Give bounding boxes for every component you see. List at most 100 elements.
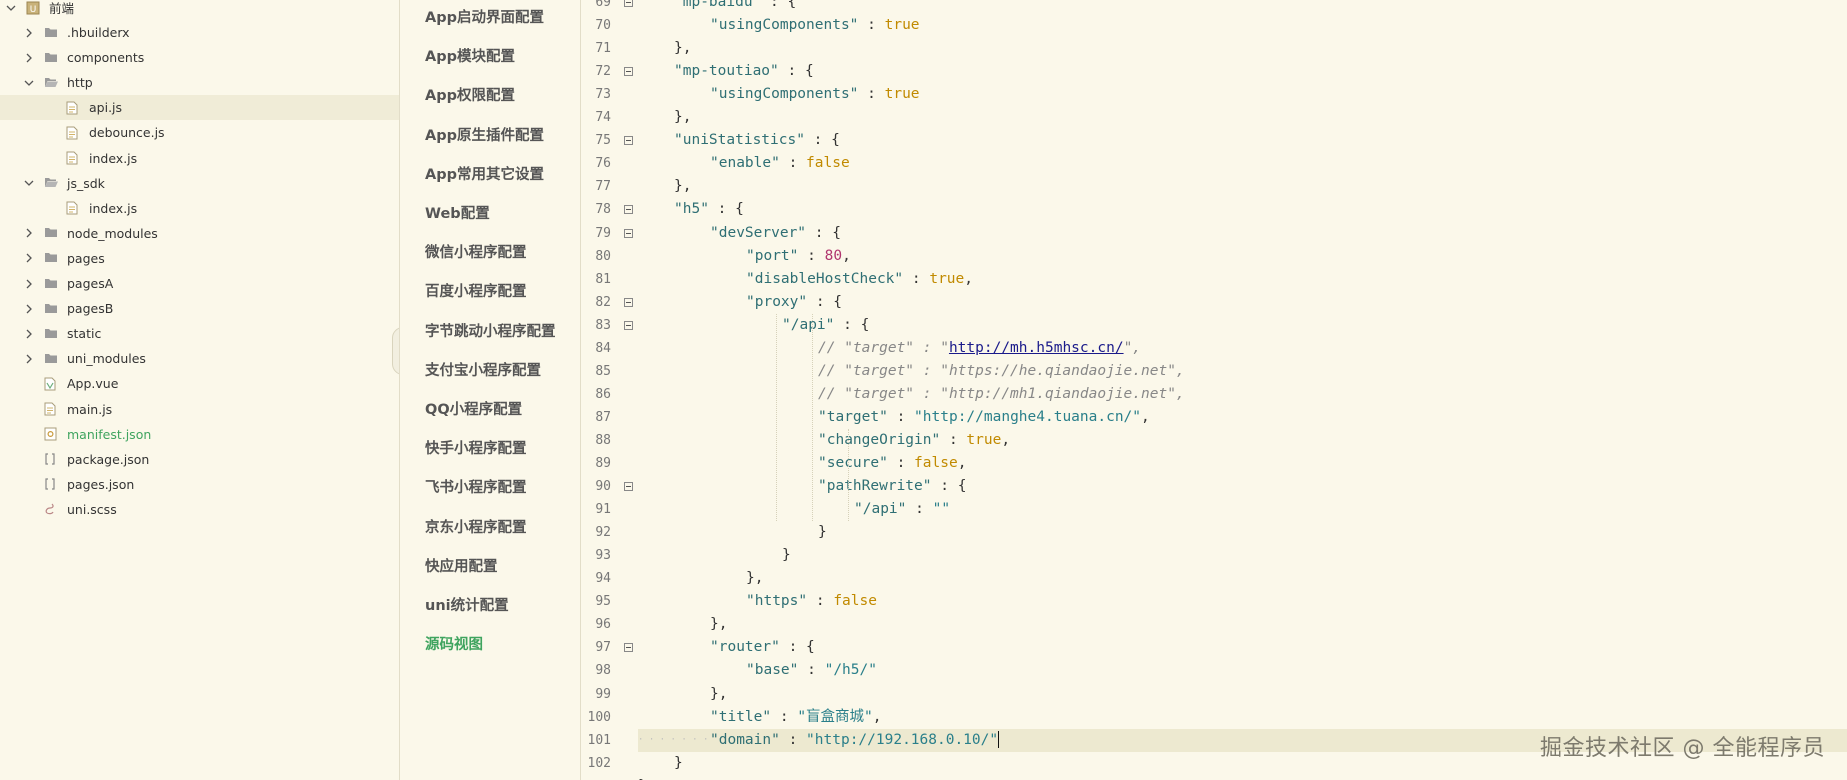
code-line[interactable]: "usingComponents" : true (638, 14, 1847, 37)
chevron-down-icon[interactable] (24, 178, 34, 188)
chevron-right-icon[interactable] (24, 53, 34, 63)
tree-folder-item[interactable]: pagesB (0, 296, 399, 321)
chevron-right-icon[interactable] (24, 28, 34, 38)
tree-file-item[interactable]: main.js (0, 397, 399, 422)
menu-item[interactable]: App模块配置 (425, 45, 515, 69)
menu-item[interactable]: 飞书小程序配置 (425, 476, 527, 500)
code-line[interactable]: "usingComponents" : true (638, 83, 1847, 106)
menu-item[interactable]: 支付宝小程序配置 (425, 359, 541, 383)
menu-item[interactable]: uni统计配置 (425, 594, 509, 618)
tree-file-item[interactable]: debounce.js (0, 120, 399, 145)
tree-folder-item[interactable]: static (0, 321, 399, 346)
code-line[interactable]: // "target" : "http://mh1.qiandaojie.net… (638, 383, 1847, 406)
code-editor[interactable]: 69 70 71 72 73 74 75 76 77 78 79 80 81 82 83 84 85 86 87 88… (581, 0, 1847, 780)
tree-file-item[interactable]: manifest.json (0, 422, 399, 447)
menu-item[interactable]: 快手小程序配置 (425, 437, 527, 461)
tree-folder-item[interactable]: node_modules (0, 221, 399, 246)
code-line[interactable]: }, (638, 106, 1847, 129)
code-line[interactable]: } (638, 544, 1847, 567)
chevron-down-icon[interactable] (24, 78, 34, 88)
fold-toggle-icon[interactable] (624, 297, 633, 307)
tree-folder-item[interactable]: components (0, 45, 399, 70)
fold-toggle-icon[interactable] (624, 67, 633, 77)
code-line[interactable]: }, (638, 613, 1847, 636)
fold-toggle-icon[interactable] (624, 205, 633, 215)
code-line[interactable]: "mp-toutiao" : { (638, 60, 1847, 83)
tree-file-item[interactable]: package.json (0, 447, 399, 472)
tree-root-item[interactable]: U 前端 (0, 0, 399, 20)
menu-item[interactable]: 字节跳动小程序配置 (425, 320, 556, 344)
menu-item[interactable]: Web配置 (425, 202, 490, 226)
fold-toggle-icon[interactable] (624, 643, 633, 653)
menu-item[interactable]: App常用其它设置 (425, 163, 544, 187)
code-line[interactable]: "uniStatistics" : { (638, 129, 1847, 152)
code-line[interactable]: "h5" : { (638, 198, 1847, 221)
tree-folder-item[interactable]: .hbuilderx (0, 20, 399, 45)
chevron-right-icon[interactable] (24, 253, 34, 263)
folder-icon (44, 51, 58, 65)
fold-toggle-icon[interactable] (624, 228, 633, 238)
json-file-icon (44, 452, 58, 466)
menu-item[interactable]: 百度小程序配置 (425, 280, 527, 304)
code-line[interactable]: "base" : "/h5/" (638, 659, 1847, 682)
code-line[interactable]: "target" : "http://manghe4.tuana.cn/", (638, 406, 1847, 429)
menu-item[interactable]: 快应用配置 (425, 555, 498, 579)
line-number: 94 (595, 571, 611, 587)
fold-toggle-icon[interactable] (624, 0, 633, 7)
tree-folder-item[interactable]: uni_modules (0, 346, 399, 371)
tree-folder-item[interactable]: http (0, 70, 399, 95)
code-line[interactable]: }, (638, 683, 1847, 706)
menu-item[interactable]: App权限配置 (425, 84, 515, 108)
chevron-down-icon[interactable] (6, 3, 16, 13)
collapse-sidebar-button[interactable] (392, 327, 399, 375)
code-line[interactable]: "/api" : { (638, 314, 1847, 337)
menu-item[interactable]: 京东小程序配置 (425, 516, 527, 540)
chevron-right-icon[interactable] (24, 304, 34, 314)
code-line[interactable]: }, (638, 37, 1847, 60)
code-line[interactable]: "disableHostCheck" : true, (638, 268, 1847, 291)
code-token: "http://manghe4.tuana.cn/" (914, 408, 1142, 425)
code-line[interactable]: "secure" : false, (638, 452, 1847, 475)
tree-file-item[interactable]: pages.json (0, 472, 399, 497)
menu-item[interactable]: 微信小程序配置 (425, 241, 527, 265)
code-line[interactable]: "/api" : "" (638, 498, 1847, 521)
tree-file-item[interactable]: App.vue (0, 371, 399, 396)
tree-folder-item[interactable]: pages (0, 246, 399, 271)
chevron-right-icon[interactable] (24, 279, 34, 289)
fold-toggle-icon[interactable] (624, 482, 633, 492)
fold-toggle-icon[interactable] (624, 136, 633, 146)
tree-file-item[interactable]: api.js (0, 95, 399, 121)
tree-folder-item[interactable]: js_sdk (0, 171, 399, 196)
code-line[interactable]: "proxy" : { (638, 291, 1847, 314)
code-token: "盲盒商城" (797, 708, 873, 725)
code-line[interactable]: // "target" : "https://he.qiandaojie.net… (638, 360, 1847, 383)
tree-folder-item[interactable]: pagesA (0, 271, 399, 296)
menu-item[interactable]: App原生插件配置 (425, 124, 544, 148)
tree-file-item[interactable]: index.js (0, 196, 399, 221)
code-line[interactable]: "changeOrigin" : true, (638, 429, 1847, 452)
indent-space: · · · · · · · · (638, 734, 709, 745)
code-line[interactable]: }, (638, 175, 1847, 198)
code-token: : (858, 17, 885, 34)
chevron-right-icon[interactable] (24, 228, 34, 238)
code-line[interactable]: "router" : { (638, 636, 1847, 659)
code-line[interactable]: } (638, 775, 1847, 780)
code-line[interactable]: }, (638, 567, 1847, 590)
code-line[interactable]: // "target" : "http://mh.h5mhsc.cn/", (638, 337, 1847, 360)
code-line[interactable]: "devServer" : { (638, 222, 1847, 245)
code-line[interactable]: "port" : 80, (638, 245, 1847, 268)
chevron-right-icon[interactable] (24, 329, 34, 339)
menu-item[interactable]: QQ小程序配置 (425, 398, 522, 422)
code-line[interactable]: "mp-baidu" : { (638, 0, 1847, 14)
tree-file-item[interactable]: index.js (0, 146, 399, 171)
code-line[interactable]: "title" : "盲盒商城", (638, 706, 1847, 729)
fold-toggle-icon[interactable] (624, 320, 633, 330)
tree-file-item[interactable]: uni.scss (0, 497, 399, 522)
menu-item[interactable]: 源码视图 (425, 633, 483, 657)
code-line[interactable]: "https" : false (638, 590, 1847, 613)
code-line[interactable]: } (638, 521, 1847, 544)
chevron-right-icon[interactable] (24, 354, 34, 364)
menu-item[interactable]: App启动界面配置 (425, 6, 544, 30)
code-line[interactable]: "enable" : false (638, 152, 1847, 175)
code-line[interactable]: "pathRewrite" : { (638, 475, 1847, 498)
